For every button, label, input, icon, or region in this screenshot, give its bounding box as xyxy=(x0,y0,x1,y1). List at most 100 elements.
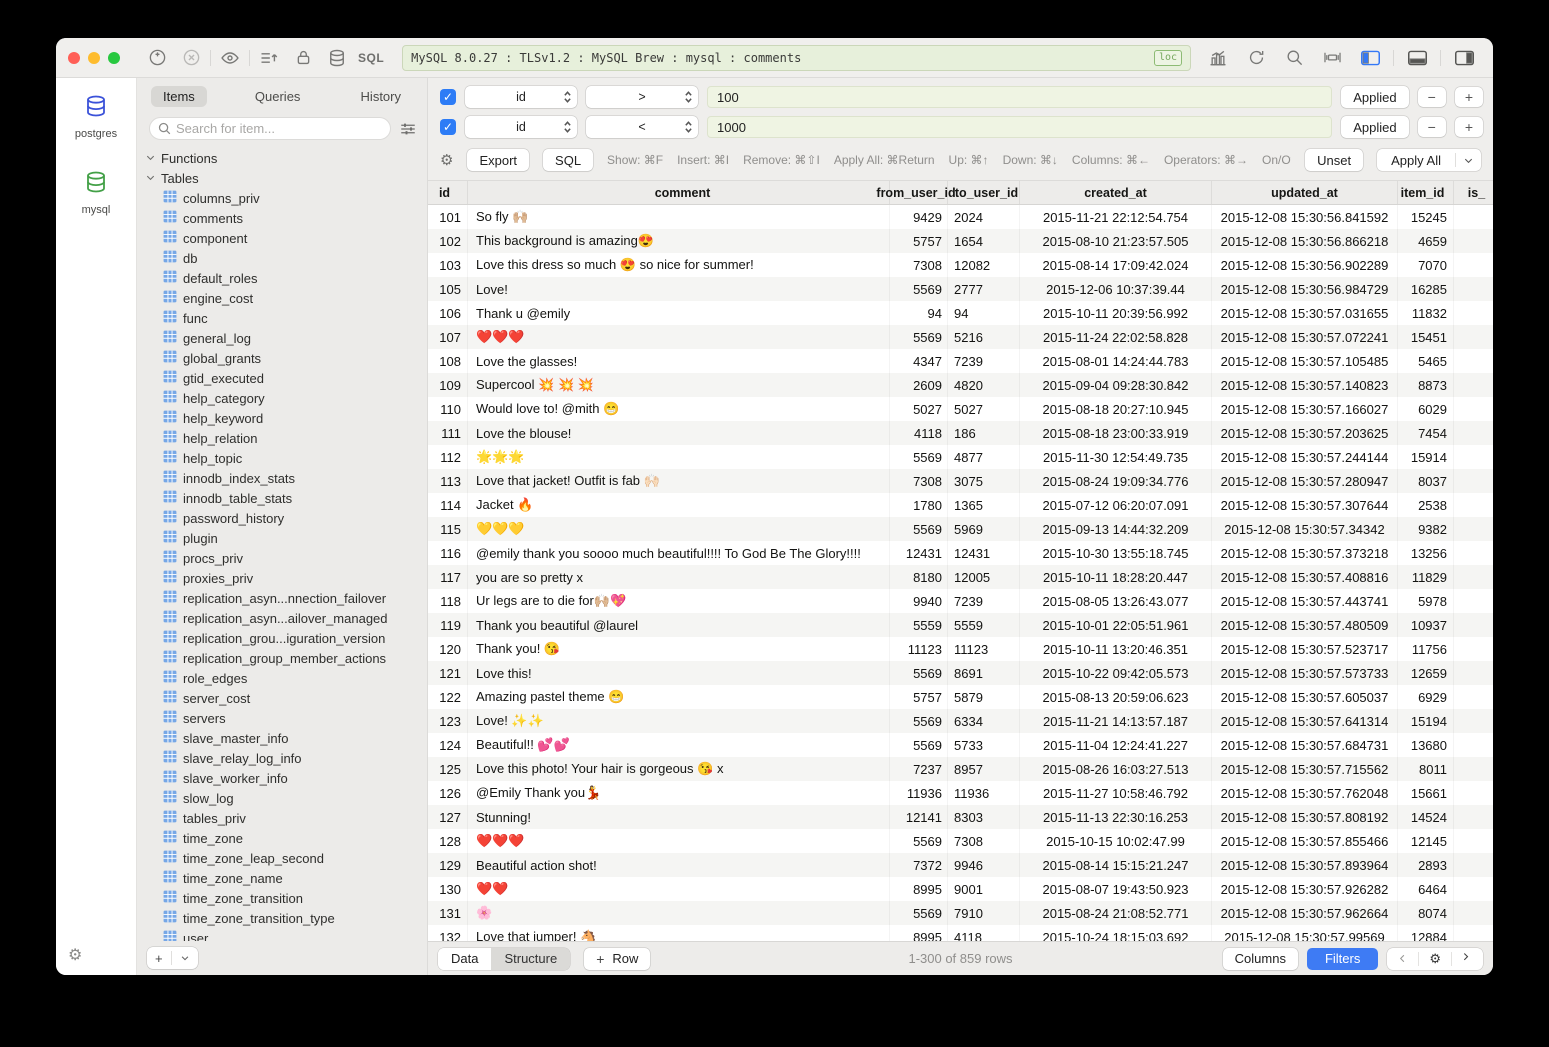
page-settings-gear-icon[interactable]: ⚙ xyxy=(1419,951,1451,967)
column-header-item_id[interactable]: item_id xyxy=(1398,181,1454,204)
add-item-button[interactable]: + xyxy=(147,947,171,969)
table-item[interactable]: columns_priv xyxy=(137,188,427,208)
apply-all-menu-button[interactable] xyxy=(1456,155,1481,166)
grid-row[interactable]: 125Love this photo! Your hair is gorgeou… xyxy=(428,757,1493,781)
toggle-bottom-panel-icon[interactable] xyxy=(1400,46,1434,70)
grid-row[interactable]: 111Love the blouse!41181862015-08-18 23:… xyxy=(428,421,1493,445)
connection-mysql[interactable]: mysql xyxy=(75,170,117,216)
filter-applied-button[interactable]: Applied xyxy=(1341,116,1408,138)
search-icon[interactable] xyxy=(1277,46,1311,70)
tab-structure[interactable]: Structure xyxy=(491,948,570,970)
app-settings-gear-icon[interactable]: ⚙ xyxy=(68,947,82,964)
stats-chart-icon[interactable] xyxy=(1201,46,1235,70)
group-tables[interactable]: Tables xyxy=(137,168,427,188)
zoom-window-button[interactable] xyxy=(108,52,120,64)
grid-row[interactable]: 101So fly 🙌🏼942920242015-11-21 22:12:54.… xyxy=(428,205,1493,229)
search-input[interactable] xyxy=(149,117,391,140)
table-item[interactable]: slow_log xyxy=(137,788,427,808)
table-item[interactable]: component xyxy=(137,228,427,248)
prev-page-button[interactable] xyxy=(1387,953,1418,964)
next-page-button[interactable] xyxy=(1452,953,1483,964)
columns-button[interactable]: Columns xyxy=(1223,948,1298,970)
filter-value-input[interactable] xyxy=(707,116,1332,138)
table-item[interactable]: time_zone_name xyxy=(137,868,427,888)
grid-row[interactable]: 124Beautiful!! 💕💕556957332015-11-04 12:2… xyxy=(428,733,1493,757)
column-header-updated_at[interactable]: updated_at xyxy=(1212,181,1398,204)
table-item[interactable]: help_keyword xyxy=(137,408,427,428)
table-item[interactable]: servers xyxy=(137,708,427,728)
add-filter-button[interactable]: + xyxy=(1455,87,1483,107)
column-header-id[interactable]: id xyxy=(428,181,468,204)
grid-row[interactable]: 116@emily thank you soooo much beautiful… xyxy=(428,541,1493,565)
grid-row[interactable]: 112🌟🌟🌟556948772015-11-30 12:54:49.735201… xyxy=(428,445,1493,469)
toggle-left-panel-icon[interactable] xyxy=(1353,46,1387,70)
table-item[interactable]: time_zone_leap_second xyxy=(137,848,427,868)
tab-items[interactable]: Items xyxy=(151,86,207,107)
grid-row[interactable]: 117you are so pretty x8180120052015-10-1… xyxy=(428,565,1493,589)
tab-history[interactable]: History xyxy=(349,86,413,107)
table-item[interactable]: func xyxy=(137,308,427,328)
sql-editor-button[interactable]: SQL xyxy=(358,51,384,65)
grid-row[interactable]: 105Love!556927772015-12-06 10:37:39.4420… xyxy=(428,277,1493,301)
filter-column-select[interactable]: id xyxy=(465,116,577,138)
grid-row[interactable]: 110Would love to! @mith 😁502750272015-08… xyxy=(428,397,1493,421)
table-item[interactable]: innodb_index_stats xyxy=(137,468,427,488)
column-header-comment[interactable]: comment xyxy=(468,181,890,204)
table-item[interactable]: help_category xyxy=(137,388,427,408)
grid-row[interactable]: 106Thank u @emily94942015-10-11 20:39:56… xyxy=(428,301,1493,325)
lock-icon[interactable] xyxy=(286,46,320,70)
table-item[interactable]: tables_priv xyxy=(137,808,427,828)
filters-button[interactable]: Filters xyxy=(1307,948,1378,970)
connection-postgres[interactable]: postgres xyxy=(75,94,117,140)
tab-queries[interactable]: Queries xyxy=(243,86,313,107)
grid-row[interactable]: 114Jacket 🔥178013652015-07-12 06:20:07.0… xyxy=(428,493,1493,517)
table-item[interactable]: replication_asyn...nnection_failover xyxy=(137,588,427,608)
toggle-right-panel-icon[interactable] xyxy=(1447,46,1481,70)
filter-checkbox[interactable]: ✓ xyxy=(440,119,456,135)
close-window-button[interactable] xyxy=(68,52,80,64)
grid-row[interactable]: 128❤️❤️❤️556973082015-10-15 10:02:47.992… xyxy=(428,829,1493,853)
table-item[interactable]: global_grants xyxy=(137,348,427,368)
filter-gear-icon[interactable]: ⚙ xyxy=(440,153,453,168)
table-item[interactable]: db xyxy=(137,248,427,268)
grid-row[interactable]: 132Love that jumper! 🐴899541182015-10-24… xyxy=(428,925,1493,941)
table-item[interactable]: replication_group_member_actions xyxy=(137,648,427,668)
table-item[interactable]: time_zone_transition xyxy=(137,888,427,908)
remove-filter-button[interactable]: − xyxy=(1418,87,1446,107)
table-item[interactable]: time_zone_transition_type xyxy=(137,908,427,928)
add-filter-button[interactable]: + xyxy=(1455,117,1483,137)
table-item[interactable]: slave_worker_info xyxy=(137,768,427,788)
grid-row[interactable]: 126@Emily Thank you💃11936119362015-11-27… xyxy=(428,781,1493,805)
grid-row[interactable]: 103Love this dress so much 😍 so nice for… xyxy=(428,253,1493,277)
database-icon[interactable] xyxy=(320,46,354,70)
filter-checkbox[interactable]: ✓ xyxy=(440,89,456,105)
grid-row[interactable]: 102This background is amazing😍5757165420… xyxy=(428,229,1493,253)
grid-row[interactable]: 127Stunning!1214183032015-11-13 22:30:16… xyxy=(428,805,1493,829)
filter-column-select[interactable]: id xyxy=(465,86,577,108)
add-row-button[interactable]: + Row xyxy=(584,948,650,970)
apply-all-button[interactable]: Apply All xyxy=(1377,153,1455,168)
refresh-icon[interactable] xyxy=(1239,46,1273,70)
table-item[interactable]: slave_relay_log_info xyxy=(137,748,427,768)
column-header-created_at[interactable]: created_at xyxy=(1020,181,1212,204)
column-header-is[interactable]: is_ xyxy=(1454,181,1493,204)
disconnect-icon[interactable] xyxy=(174,46,208,70)
grid-row[interactable]: 120Thank you! 😘11123111232015-10-11 13:2… xyxy=(428,637,1493,661)
table-item[interactable]: password_history xyxy=(137,508,427,528)
filter-settings-icon[interactable] xyxy=(399,120,417,138)
remove-filter-button[interactable]: − xyxy=(1418,117,1446,137)
table-item[interactable]: proxies_priv xyxy=(137,568,427,588)
table-item[interactable]: innodb_table_stats xyxy=(137,488,427,508)
table-item[interactable]: role_edges xyxy=(137,668,427,688)
table-item[interactable]: replication_grou...iguration_version xyxy=(137,628,427,648)
table-item[interactable]: slave_master_info xyxy=(137,728,427,748)
unset-button[interactable]: Unset xyxy=(1305,149,1363,171)
tab-data[interactable]: Data xyxy=(438,948,491,970)
grid-row[interactable]: 107❤️❤️❤️556952162015-11-24 22:02:58.828… xyxy=(428,325,1493,349)
grid-row[interactable]: 121Love this!556986912015-10-22 09:42:05… xyxy=(428,661,1493,685)
grid-row[interactable]: 108Love the glasses!434772392015-08-01 1… xyxy=(428,349,1493,373)
export-button[interactable]: Export xyxy=(467,149,529,171)
grid-row[interactable]: 130❤️❤️899590012015-08-07 19:43:50.92320… xyxy=(428,877,1493,901)
column-header-from_user_id[interactable]: from_user_id xyxy=(890,181,948,204)
fit-columns-icon[interactable] xyxy=(1315,46,1349,70)
